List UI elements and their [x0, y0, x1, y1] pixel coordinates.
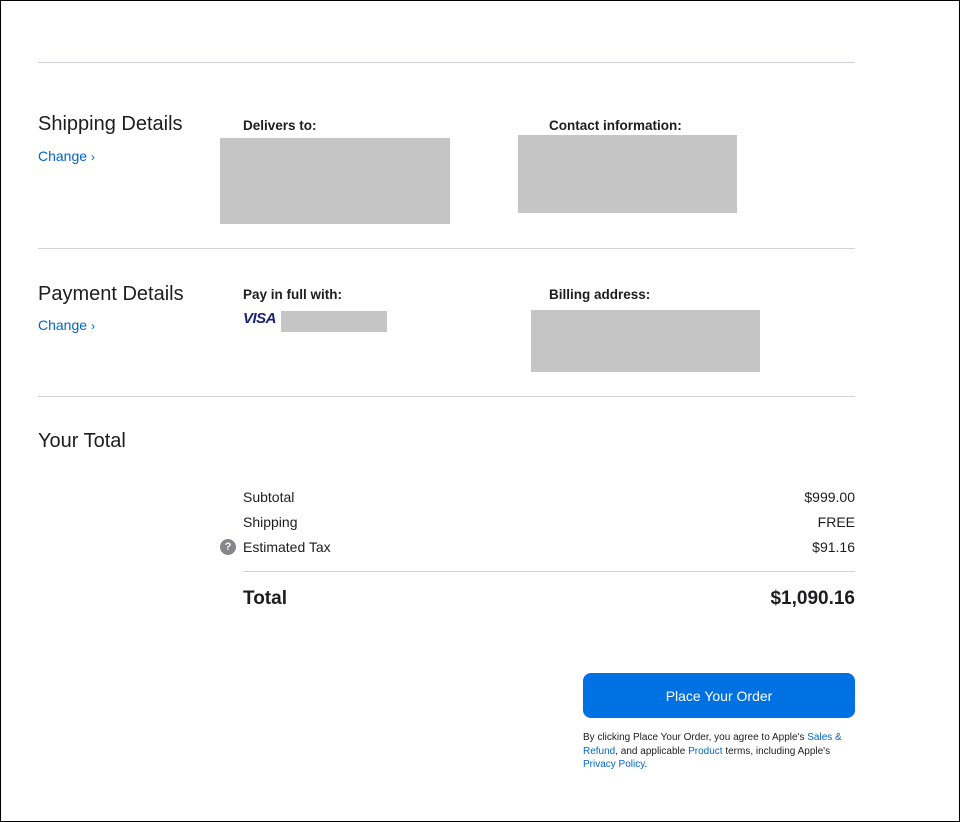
legal-mid: , and applicable — [615, 745, 689, 757]
payment-change-label: Change — [38, 317, 88, 333]
billing-address-redacted — [531, 310, 760, 372]
contact-info-redacted — [518, 135, 737, 213]
your-total-title: Your Total — [38, 430, 126, 452]
pay-in-full-label: Pay in full with: — [243, 287, 343, 302]
total-label: Total — [243, 588, 287, 609]
divider-top — [38, 62, 855, 63]
chevron-right-icon: › — [91, 150, 96, 164]
estimated-tax-label: Estimated Tax — [243, 539, 331, 555]
divider-shipping — [38, 248, 855, 249]
contact-info-label: Contact information: — [549, 118, 682, 133]
legal-suffix: . — [644, 759, 648, 770]
shipping-label: Shipping — [243, 514, 298, 530]
billing-address-label: Billing address: — [549, 287, 651, 302]
product-link[interactable]: Product — [688, 746, 722, 757]
delivery-address-redacted — [220, 138, 450, 224]
estimated-tax-value: $91.16 — [812, 539, 855, 555]
delivers-to-label: Delivers to: — [243, 118, 317, 133]
place-order-button[interactable]: Place Your Order — [583, 673, 855, 718]
payment-title: Payment Details — [38, 283, 184, 305]
subtotal-value: $999.00 — [804, 489, 855, 505]
total-value: $1,090.16 — [770, 588, 855, 609]
shipping-title: Shipping Details — [38, 113, 183, 135]
visa-logo-icon: VISA — [243, 310, 277, 327]
divider-total — [243, 571, 855, 572]
divider-payment — [38, 396, 855, 397]
card-number-redacted — [281, 311, 387, 332]
help-icon[interactable]: ? — [220, 539, 236, 555]
shipping-change-label: Change — [38, 148, 88, 164]
subtotal-label: Subtotal — [243, 489, 295, 505]
legal-prefix: By clicking Place Your Order, you agree … — [583, 732, 808, 743]
privacy-policy-link[interactable]: Privacy Policy — [583, 759, 645, 770]
legal-text: By clicking Place Your Order, you agree … — [583, 731, 858, 772]
chevron-right-icon: › — [91, 319, 96, 333]
legal-mid-2: terms, including Apple's — [722, 745, 831, 757]
shipping-change-link[interactable]: Change › — [38, 148, 95, 164]
shipping-value: FREE — [817, 514, 855, 530]
payment-change-link[interactable]: Change › — [38, 317, 95, 333]
